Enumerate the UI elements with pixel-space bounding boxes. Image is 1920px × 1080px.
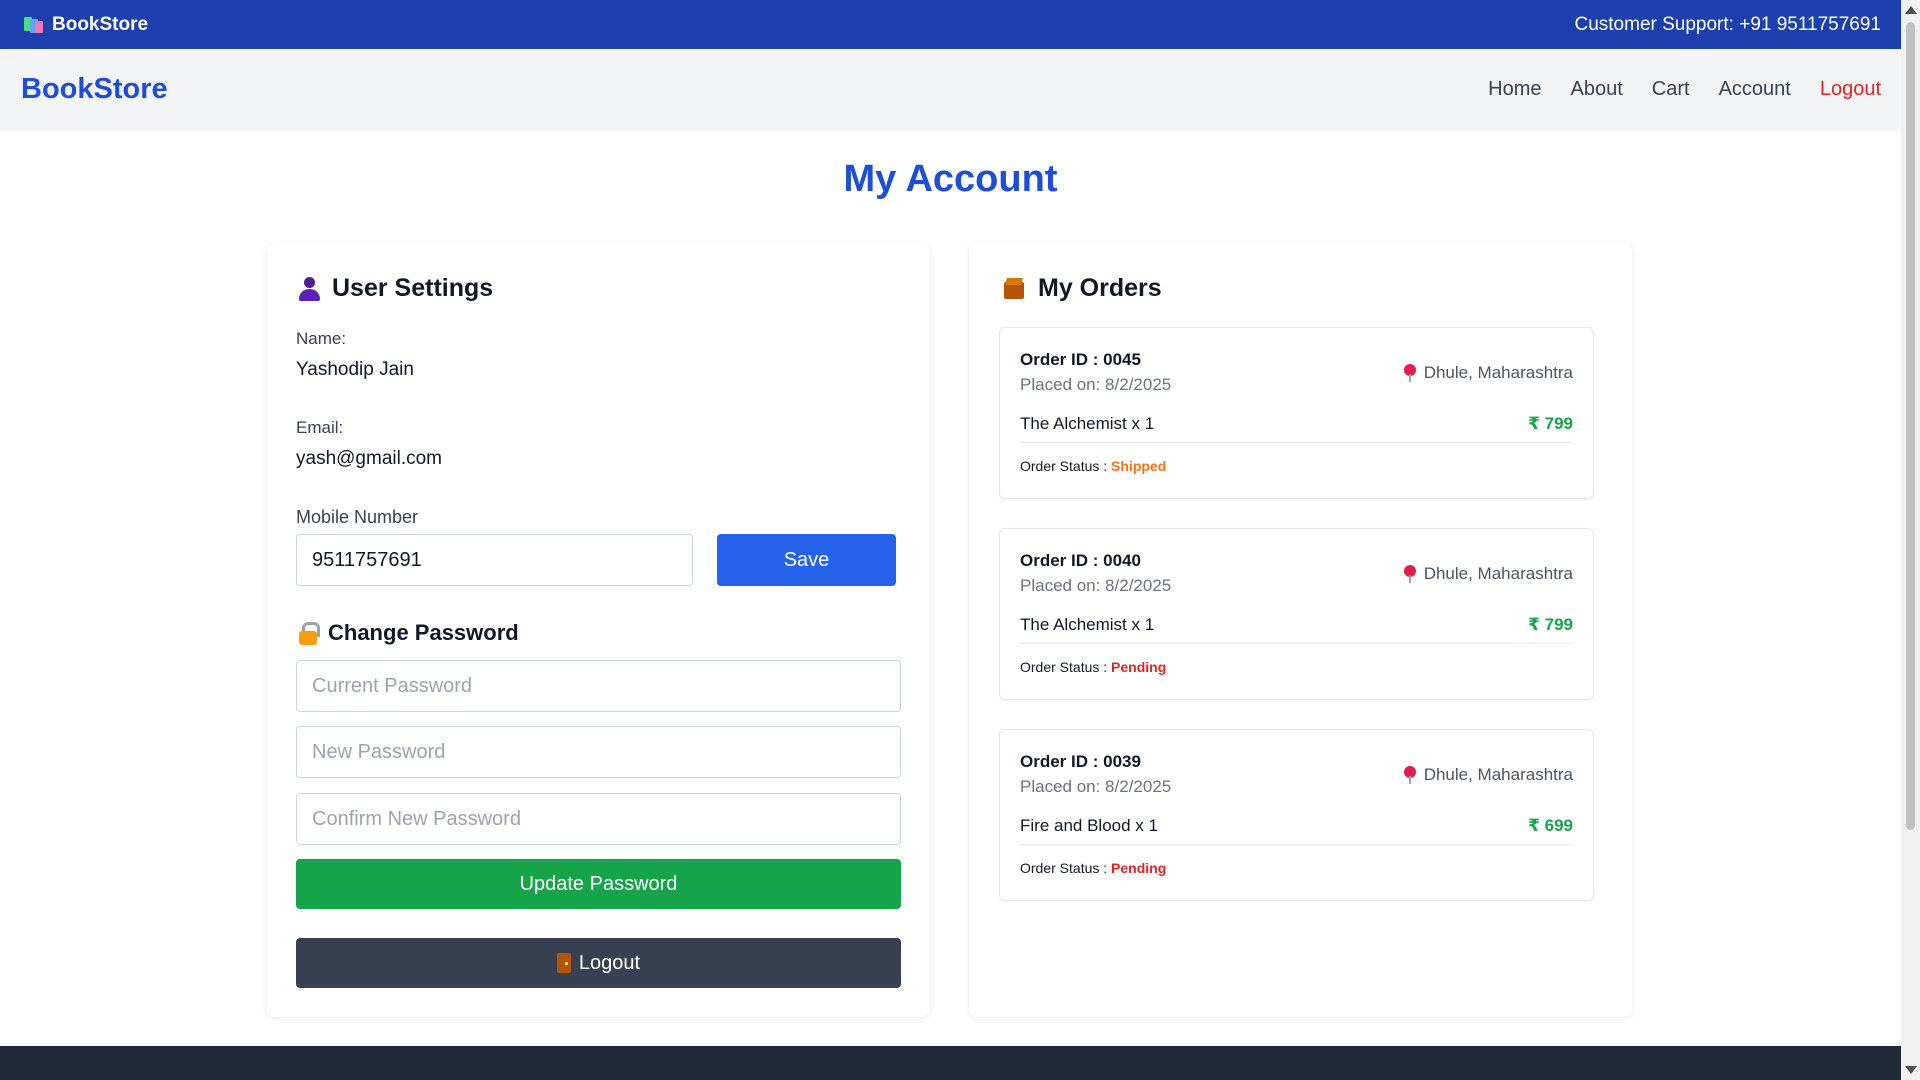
name-label: Name: [296, 329, 347, 348]
footer [0, 1046, 1901, 1080]
order-item-row: The Alchemist x 1 ₹ 799 [1020, 615, 1573, 644]
update-password-button[interactable]: Update Password [296, 859, 901, 909]
order-card[interactable]: Order ID : 0040 Placed on: 8/2/2025 Dhul… [999, 528, 1594, 700]
my-orders-heading: My Orders [1002, 274, 1162, 303]
mobile-label: Mobile Number [296, 507, 419, 527]
my-orders-title: My Orders [1038, 274, 1162, 302]
order-status-value: Shipped [1111, 458, 1167, 474]
order-status-label: Order Status : [1020, 860, 1108, 876]
save-button[interactable]: Save [717, 534, 896, 586]
order-price: ₹ 699 [1528, 816, 1573, 835]
order-placed-date: Placed on: 8/2/2025 [1020, 777, 1172, 796]
current-password-input[interactable] [296, 660, 901, 712]
order-location: Dhule, Maharashtra [1403, 564, 1573, 584]
order-location-text: Dhule, Maharashtra [1423, 363, 1573, 382]
nav-home[interactable]: Home [1488, 78, 1541, 101]
order-price: ₹ 799 [1528, 414, 1573, 433]
order-status-label: Order Status : [1020, 659, 1108, 675]
books-icon [24, 16, 44, 34]
order-status: Order Status : Shipped [1020, 458, 1166, 474]
door-icon [556, 953, 571, 973]
new-password-input[interactable] [296, 726, 901, 778]
user-settings-heading: User Settings [298, 274, 493, 303]
order-item-row: The Alchemist x 1 ₹ 799 [1020, 414, 1573, 443]
page-title: My Account [843, 158, 1058, 200]
order-id: Order ID : 0045 [1020, 350, 1141, 369]
nav-about[interactable]: About [1571, 78, 1623, 101]
pin-icon [1403, 766, 1416, 784]
top-brand: BookStore [24, 14, 148, 36]
site-logo[interactable]: BookStore [21, 73, 168, 106]
order-card[interactable]: Order ID : 0039 Placed on: 8/2/2025 Dhul… [999, 729, 1594, 901]
order-item: Fire and Blood x 1 [1020, 816, 1158, 835]
order-id: Order ID : 0040 [1020, 551, 1141, 570]
lock-icon [298, 621, 320, 645]
order-status-label: Order Status : [1020, 458, 1108, 474]
order-location: Dhule, Maharashtra [1403, 363, 1573, 383]
nav-cart[interactable]: Cart [1652, 78, 1690, 101]
order-item: The Alchemist x 1 [1020, 615, 1155, 634]
order-card[interactable]: Order ID : 0045 Placed on: 8/2/2025 Dhul… [999, 327, 1594, 499]
nav-account[interactable]: Account [1719, 78, 1791, 101]
user-icon [298, 276, 320, 301]
name-value: Yashodip Jain [296, 359, 414, 380]
email-value: yash@gmail.com [296, 448, 442, 469]
logout-button-label: Logout [578, 951, 641, 974]
order-location: Dhule, Maharashtra [1403, 765, 1573, 785]
scrollbar-thumb[interactable] [1906, 22, 1915, 830]
order-status-value: Pending [1111, 860, 1167, 876]
mobile-number-input[interactable] [296, 534, 693, 586]
confirm-password-input[interactable] [296, 793, 901, 845]
user-settings-title: User Settings [332, 274, 494, 302]
order-location-text: Dhule, Maharashtra [1423, 564, 1573, 583]
order-status: Order Status : Pending [1020, 860, 1166, 876]
scroll-up-arrow-icon[interactable] [1905, 6, 1917, 14]
top-brand-label: BookStore [52, 13, 149, 35]
order-location-text: Dhule, Maharashtra [1423, 765, 1573, 784]
order-status: Order Status : Pending [1020, 659, 1166, 675]
my-orders-card: My Orders Order ID : 0045 Placed on: 8/2… [969, 243, 1632, 1017]
change-password-heading: Change Password [298, 620, 519, 646]
nav-links: Home About Cart Account Logout [1488, 78, 1881, 101]
package-icon [1002, 277, 1026, 301]
order-placed-date: Placed on: 8/2/2025 [1020, 375, 1172, 394]
order-id: Order ID : 0039 [1020, 752, 1141, 771]
nav-logout[interactable]: Logout [1820, 78, 1881, 101]
navbar: BookStore Home About Cart Account Logout [0, 49, 1901, 129]
order-item: The Alchemist x 1 [1020, 414, 1155, 433]
scroll-down-arrow-icon[interactable] [1905, 1066, 1917, 1074]
order-placed-date: Placed on: 8/2/2025 [1020, 576, 1172, 595]
pin-icon [1403, 565, 1416, 583]
order-status-value: Pending [1111, 659, 1167, 675]
user-settings-card: User Settings Name: Yashodip Jain Email:… [267, 243, 930, 1017]
order-price: ₹ 799 [1528, 615, 1573, 634]
pin-icon [1403, 364, 1416, 382]
page-scrollbar[interactable] [1901, 0, 1920, 1080]
customer-support-text: Customer Support: +91 9511757691 [1574, 13, 1881, 35]
email-label: Email: [296, 418, 344, 437]
logout-button[interactable]: Logout [296, 938, 901, 988]
change-password-title: Change Password [328, 620, 519, 645]
top-bar: BookStore Customer Support: +91 95117576… [0, 0, 1901, 49]
order-item-row: Fire and Blood x 1 ₹ 699 [1020, 816, 1573, 845]
